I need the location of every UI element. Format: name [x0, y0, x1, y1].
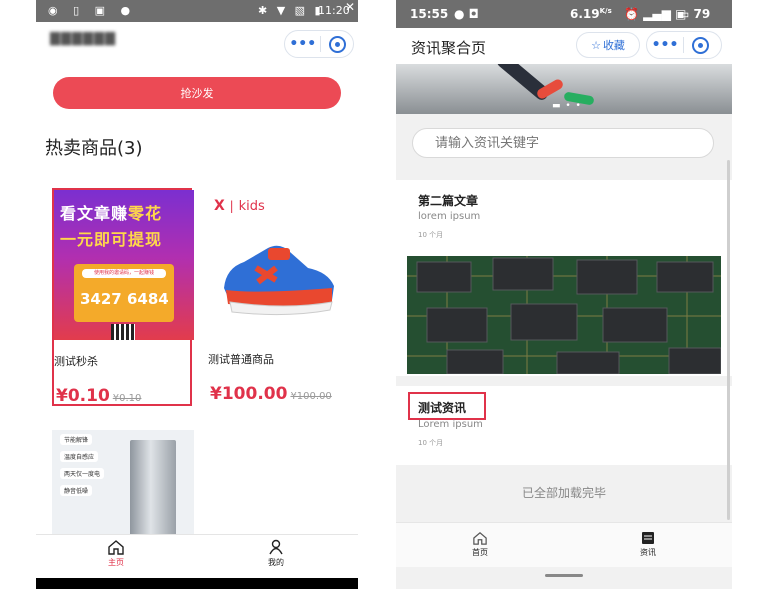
brand-logo: X | kids [214, 198, 265, 214]
section-title: 热卖商品(3) [45, 138, 143, 159]
status-time: 15:55 [410, 7, 449, 21]
news-icon [642, 532, 654, 544]
exit-button[interactable] [321, 35, 353, 53]
navigation-header: 资讯聚合页 ☆ 收藏 ••• [396, 28, 732, 64]
status-bar: ◉ ▯ ▣ ● ✱ ▼ ▧ ▮ 11:20 ✕ [36, 0, 358, 22]
promo-poster: 看文章赚零花 一元即可提现 使用我的邀请码，一起赚钱 3427 6484 [54, 190, 194, 340]
promo-headline: 看文章赚零花 [60, 204, 163, 223]
person-icon [269, 539, 283, 555]
tab-home[interactable]: 主页 [96, 539, 136, 568]
feature-label: 两天仅一度电 [60, 468, 105, 479]
load-complete-text: 已全部加载完毕 [396, 465, 732, 522]
home-icon [473, 531, 487, 545]
product-card[interactable]: 看文章赚零花 一元即可提现 使用我的邀请码，一起赚钱 3427 6484 测试秒… [52, 188, 194, 406]
product-price: ¥100.00 ¥100.00 [210, 384, 332, 404]
tab-bar: 首页 资讯 [396, 522, 732, 567]
signal-icons: ✱ ▼ ▧ ▮ [258, 4, 324, 17]
more-icon[interactable]: ••• [647, 37, 683, 53]
circuit-board-image [407, 256, 721, 374]
star-icon: ☆ [591, 38, 601, 52]
favorite-label: 收藏 [602, 39, 625, 52]
mini-program-capsule[interactable]: ••• [646, 31, 722, 59]
promo-subheadline: 一元即可提现 [60, 230, 163, 249]
home-icon [108, 540, 124, 555]
product-name: 测试普通商品 [208, 353, 274, 366]
product-image: 看文章赚零花 一元即可提现 使用我的邀请码，一起赚钱 3427 6484 [54, 190, 194, 340]
feature-label: 节能解锋 [60, 434, 93, 445]
status-bar: 15:55 ● ◘ 6.19K/s ⏰ ▂▄▆ ▣ ▭ 79 [396, 0, 732, 28]
favorite-button[interactable]: ☆ 收藏 [576, 32, 640, 58]
product-card[interactable]: X | kids 测试普通商品 ¥100.00 ¥100.00 [208, 188, 348, 406]
navigation-bar [36, 578, 358, 589]
article-subtitle: Lorem ipsum [418, 419, 483, 430]
original-price: ¥0.10 [112, 393, 142, 404]
page-title: 资讯聚合页 [411, 39, 487, 57]
left-phone-screen: ◉ ▯ ▣ ● ✱ ▼ ▧ ▮ 11:20 ✕ ▇▇▇▇▇▇ ••• 抢沙发 热… [36, 0, 358, 589]
article-subtitle: lorem ipsum [418, 211, 481, 222]
mini-program-capsule[interactable]: ••• [284, 30, 354, 58]
search-input[interactable] [412, 128, 714, 158]
fridge-image [130, 440, 176, 540]
carousel-indicator: ▬ • • [552, 101, 582, 111]
invite-tag: 使用我的邀请码，一起赚钱 [82, 269, 166, 278]
feature-label: 静音低噪 [60, 485, 93, 496]
product-price: ¥0.10 ¥0.10 [56, 386, 142, 406]
article-time: 10 个月 [418, 231, 444, 239]
tab-label: 主页 [108, 558, 124, 567]
home-indicator [545, 574, 583, 577]
battery-icon: ▭ 79 [678, 7, 711, 21]
right-phone-screen: 15:55 ● ◘ 6.19K/s ⏰ ▂▄▆ ▣ ▭ 79 资讯聚合页 ☆ 收藏… [396, 0, 732, 589]
tab-news[interactable]: 资讯 [628, 531, 668, 558]
scrollbar[interactable] [727, 160, 730, 520]
notification-icons: ● ◘ [454, 7, 479, 21]
product-image: X | kids [208, 188, 348, 338]
article-item[interactable]: 第二篇文章 lorem ipsum 10 个月 [396, 180, 732, 376]
article-cover-image [407, 256, 721, 374]
close-icon[interactable]: ✕ [345, 0, 355, 14]
qr-code-icon [111, 324, 135, 340]
search-section [396, 114, 732, 172]
grab-sofa-button[interactable]: 抢沙发 [53, 77, 341, 109]
tab-home[interactable]: 首页 [460, 531, 500, 558]
network-speed: 6.19K/s [570, 7, 612, 21]
banner-carousel[interactable]: ▬ • • [396, 64, 732, 114]
shoe-image [224, 245, 334, 316]
exit-icon [691, 36, 709, 54]
article-item[interactable]: 测试资讯 Lorem ipsum 10 个月 [396, 386, 732, 465]
tab-bar: 主页 我的 [36, 534, 358, 579]
tab-mine[interactable]: 我的 [256, 539, 296, 568]
tab-label: 我的 [268, 558, 284, 567]
product-name: 测试秒杀 [54, 355, 98, 368]
original-price: ¥100.00 [290, 391, 332, 402]
exit-button[interactable] [684, 36, 716, 54]
article-title: 第二篇文章 [418, 194, 479, 208]
signal-icons: ⏰ ▂▄▆ ▣ [624, 7, 687, 21]
feature-label: 温度自感应 [60, 451, 99, 462]
invite-code: 3427 6484 [80, 290, 169, 308]
notification-icons: ◉ ▯ ▣ ● [48, 4, 137, 17]
more-icon[interactable]: ••• [285, 36, 320, 52]
article-time: 10 个月 [418, 439, 444, 447]
product-card[interactable]: 节能解锋 温度自感应 两天仅一度电 静音低噪 [52, 430, 194, 540]
tab-label: 首页 [472, 548, 488, 557]
page-title: ▇▇▇▇▇▇ [50, 31, 116, 46]
article-title: 测试资讯 [418, 401, 467, 415]
exit-icon [328, 35, 346, 53]
tab-label: 资讯 [640, 548, 656, 557]
invite-panel: 使用我的邀请码，一起赚钱 3427 6484 [74, 264, 174, 322]
